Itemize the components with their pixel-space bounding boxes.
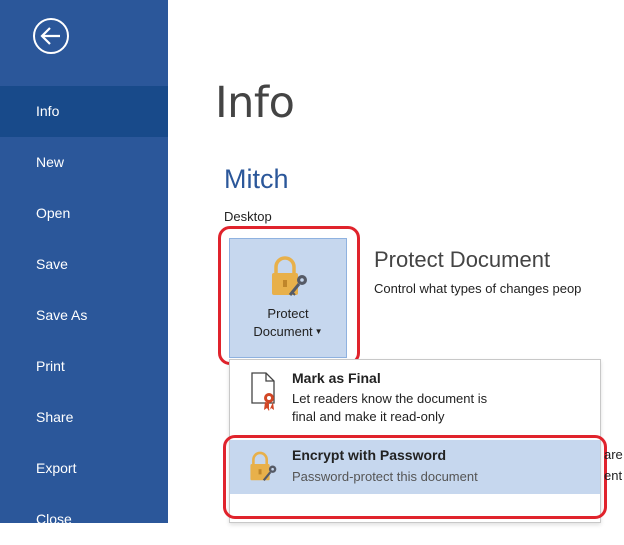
sidebar-item-close[interactable]: Close — [0, 494, 168, 545]
back-button[interactable] — [31, 16, 71, 56]
sidebar-item-save-as[interactable]: Save As — [0, 290, 168, 341]
page-title: Info — [215, 78, 295, 128]
sidebar-item-info[interactable]: Info — [0, 86, 168, 137]
protect-document-description: Control what types of changes peop — [374, 281, 582, 296]
mark-as-final-title: Mark as Final — [292, 370, 381, 386]
encrypt-with-password-title: Encrypt with Password — [292, 447, 447, 463]
protect-document-heading: Protect Document — [374, 247, 551, 272]
backstage-sidebar: Info New Open Save Save As Print Share E… — [0, 0, 168, 527]
lock-with-key-icon — [250, 451, 277, 482]
lock-with-key-icon — [272, 256, 307, 296]
document-location: Desktop — [224, 209, 272, 224]
protect-document-menu: Mark as Final Let readers know the docum… — [229, 359, 601, 523]
sidebar-item-new[interactable]: New — [0, 137, 168, 188]
protect-document-button[interactable]: Protect Document ▼ — [229, 238, 347, 358]
sidebar-nav: Info New Open Save Save As Print Share E… — [0, 86, 168, 545]
encrypt-with-password-description: Password-protect this document — [292, 469, 478, 484]
menu-item-encrypt-with-password[interactable]: Encrypt with Password Password-protect t… — [230, 440, 600, 494]
protect-button-label-line2: Document ▼ — [253, 324, 323, 339]
sidebar-item-print[interactable]: Print — [0, 341, 168, 392]
document-with-ribbon-icon — [251, 372, 275, 411]
sidebar-item-save[interactable]: Save — [0, 239, 168, 290]
sidebar-item-export[interactable]: Export — [0, 443, 168, 494]
sidebar-item-share[interactable]: Share — [0, 392, 168, 443]
sidebar-item-open[interactable]: Open — [0, 188, 168, 239]
dropdown-caret-icon: ▼ — [314, 327, 323, 336]
document-name: Mitch — [224, 164, 289, 194]
menu-item-mark-as-final[interactable]: Mark as Final Let readers know the docum… — [230, 370, 600, 438]
back-arrow-circle-icon — [33, 18, 69, 54]
clipped-text-line1: are — [604, 447, 623, 462]
mark-as-final-description: Let readers know the document is final a… — [292, 391, 488, 424]
protect-button-label-line1: Protect — [267, 306, 309, 321]
clipped-text-line2: ent — [604, 468, 623, 483]
